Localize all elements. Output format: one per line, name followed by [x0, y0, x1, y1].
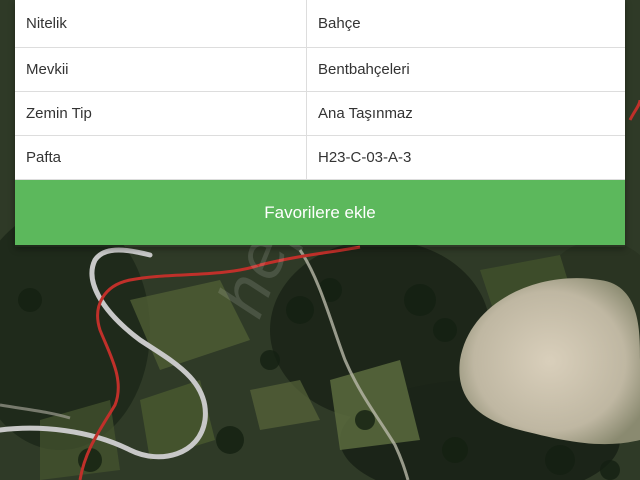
table-row: Pafta H23-C-03-A-3	[15, 135, 625, 180]
row-value-pafta: H23-C-03-A-3	[306, 135, 625, 180]
table-row: Nitelik Bahçe	[15, 0, 625, 48]
parcel-info-panel: Nitelik Bahçe Mevkii Bentbahçeleri Zemin…	[15, 0, 625, 247]
row-label-pafta: Pafta	[15, 135, 307, 180]
row-label-zemin-tip: Zemin Tip	[15, 91, 307, 136]
parcel-info-table: Nitelik Bahçe Mevkii Bentbahçeleri Zemin…	[15, 0, 625, 180]
row-label-mevkii: Mevkii	[15, 47, 307, 92]
row-value-nitelik: Bahçe	[306, 0, 625, 48]
table-row: Mevkii Bentbahçeleri	[15, 47, 625, 92]
row-value-zemin-tip: Ana Taşınmaz	[306, 91, 625, 136]
table-row: Zemin Tip Ana Taşınmaz	[15, 91, 625, 136]
row-label-nitelik: Nitelik	[15, 0, 307, 48]
row-value-mevkii: Bentbahçeleri	[306, 47, 625, 92]
add-to-favorites-button[interactable]: Favorilere ekle	[15, 180, 625, 245]
